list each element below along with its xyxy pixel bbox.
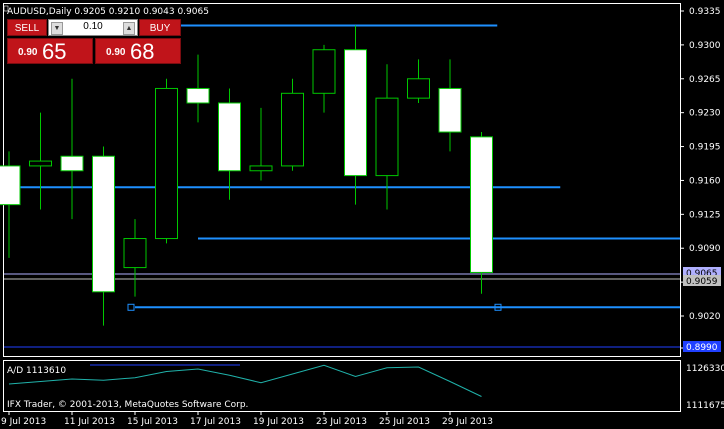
sell-button[interactable]: SELL <box>7 19 47 36</box>
date-tick-label: 23 Jul 2013 <box>316 417 367 427</box>
candle-body[interactable] <box>375 97 399 177</box>
price-tick-label: 0.9300 <box>689 41 721 51</box>
price-tick-label: 0.9090 <box>689 244 721 254</box>
lot-decrease-icon[interactable]: ▼ <box>51 22 63 35</box>
lot-size-value[interactable]: 0.10 <box>65 21 121 32</box>
candle-body[interactable] <box>123 238 147 269</box>
buy-price-prefix: 0.90 <box>106 47 126 58</box>
candle-body[interactable] <box>92 155 115 293</box>
candle-body[interactable] <box>407 78 430 99</box>
candle-body[interactable] <box>344 49 367 177</box>
line-anchor-marker[interactable] <box>127 303 135 311</box>
sell-price-pips: 65 <box>42 39 67 64</box>
price-marker-label: 0.9059 <box>686 277 718 287</box>
price-tick-label: 0.9265 <box>689 75 721 85</box>
window-icon <box>3 5 9 12</box>
date-tick-label: 19 Jul 2013 <box>253 417 304 427</box>
ad-indicator-line <box>8 364 482 397</box>
date-tick-label: 11 Jul 2013 <box>64 417 115 427</box>
price-tick-label: 0.9020 <box>689 312 721 322</box>
date-tick-label: 9 Jul 2013 <box>1 417 46 427</box>
date-tick-label: 29 Jul 2013 <box>442 417 493 427</box>
candle-body[interactable] <box>0 165 21 206</box>
candle-body[interactable] <box>312 49 336 94</box>
candle-body[interactable] <box>218 102 241 172</box>
candle-body[interactable] <box>29 160 52 167</box>
date-tick-label: 15 Jul 2013 <box>127 417 178 427</box>
sell-price-button[interactable]: 0.90 65 <box>7 38 93 64</box>
candle-body[interactable] <box>281 92 304 167</box>
candle-body[interactable] <box>186 87 210 104</box>
lot-size-input[interactable]: ▼ 0.10 ▲ <box>48 19 138 36</box>
sell-price-prefix: 0.90 <box>18 47 38 58</box>
buy-price-pips: 68 <box>130 39 155 64</box>
price-tick-label: 0.9125 <box>689 210 721 220</box>
price-tick-label: 0.9230 <box>689 109 721 119</box>
candle-body[interactable] <box>60 155 84 172</box>
candle-body[interactable] <box>155 87 178 240</box>
copyright-text: IFX Trader, © 2001-2013, MetaQuotes Soft… <box>7 400 248 410</box>
date-tick-label: 25 Jul 2013 <box>379 417 430 427</box>
candle-body[interactable] <box>470 136 493 273</box>
price-tick-label: 0.9160 <box>689 176 721 186</box>
chart-header: AUDUSD,Daily 0.9205 0.9210 0.9043 0.9065 <box>7 7 209 17</box>
candle-body[interactable] <box>249 165 273 172</box>
indicator-label: A/D 1113610 <box>7 366 66 376</box>
date-tick-label: 17 Jul 2013 <box>190 417 241 427</box>
price-tick-label: 0.9335 <box>689 7 721 17</box>
buy-price-button[interactable]: 0.90 68 <box>95 38 181 64</box>
indicator-tick-label: 1111675 <box>686 401 724 411</box>
price-tick-label: 0.9195 <box>689 143 721 153</box>
candle-body[interactable] <box>438 87 462 133</box>
one-click-trade-panel: SELL ▼ 0.10 ▲ BUY 0.90 65 0.90 68 <box>7 17 181 67</box>
lot-increase-icon[interactable]: ▲ <box>123 22 135 35</box>
buy-button[interactable]: BUY <box>139 19 181 36</box>
bottom-price-label: 0.8990 <box>686 343 718 353</box>
indicator-tick-label: 1126330 <box>686 364 724 374</box>
